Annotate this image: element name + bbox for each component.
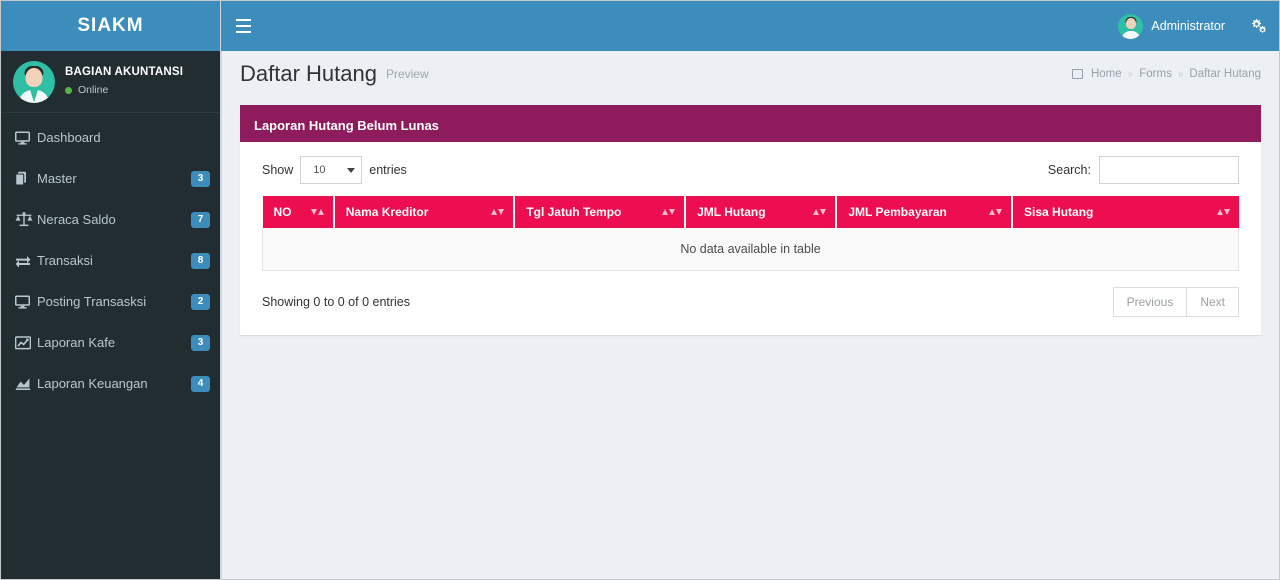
- breadcrumb-item-current: Daftar Hutang: [1189, 68, 1261, 80]
- sidebar-item-badge: 7: [191, 212, 210, 228]
- hutang-table: NO Nama Kreditor: [262, 196, 1239, 271]
- table-header-row: NO Nama Kreditor: [263, 196, 1239, 228]
- sidebar-item-label: Transaksi: [37, 253, 191, 268]
- sidebar-user-panel[interactable]: BAGIAN AKUNTANSI Online: [1, 51, 220, 113]
- sidebar-item-transaksi[interactable]: Transaksi 8: [1, 240, 220, 281]
- search-input[interactable]: [1099, 156, 1239, 184]
- datatable-filter: Search:: [1048, 156, 1239, 184]
- entries-per-page-value: 10: [313, 164, 325, 176]
- column-label: JML Pembayaran: [848, 205, 947, 219]
- search-label: Search:: [1048, 163, 1091, 177]
- sidebar-item-label: Laporan Keuangan: [37, 376, 191, 391]
- sort-icon: [1217, 209, 1230, 215]
- sidebar-item-badge: 8: [191, 253, 210, 269]
- online-status-icon: [65, 87, 72, 94]
- show-label: Show: [262, 163, 293, 177]
- pagination-next-button[interactable]: Next: [1187, 287, 1239, 317]
- sidebar-item-dashboard[interactable]: Dashboard: [1, 117, 220, 158]
- sidebar-item-label: Neraca Saldo: [37, 212, 191, 227]
- home-icon: [1072, 69, 1083, 79]
- page-subtitle: Preview: [386, 67, 429, 81]
- sort-icon: [491, 209, 504, 215]
- column-header-sisa-hutang[interactable]: Sisa Hutang: [1012, 196, 1238, 228]
- column-label: JML Hutang: [697, 205, 765, 219]
- empty-message: No data available in table: [263, 228, 1239, 271]
- column-header-jml-hutang[interactable]: JML Hutang: [685, 196, 836, 228]
- sidebar-user-status-label: Online: [78, 84, 108, 98]
- topbar-right: Administrator: [1106, 1, 1279, 51]
- report-panel: Laporan Hutang Belum Lunas Show 10 entri…: [240, 105, 1261, 335]
- page-title: Daftar Hutang: [240, 61, 377, 87]
- topbar-user-menu[interactable]: Administrator: [1106, 1, 1237, 51]
- sidebar-user-name: BAGIAN AKUNTANSI: [65, 65, 183, 80]
- entries-label: entries: [369, 163, 407, 177]
- sidebar-item-laporan-keuangan[interactable]: Laporan Keuangan 4: [1, 363, 220, 404]
- balance-scale-icon: [15, 212, 37, 228]
- breadcrumb-separator: »: [1128, 69, 1134, 80]
- user-avatar-icon: [1118, 14, 1143, 39]
- column-label: NO: [274, 205, 292, 219]
- sort-icon: [989, 209, 1002, 215]
- panel-body: Show 10 entries Search:: [240, 142, 1261, 335]
- pagination-previous-button[interactable]: Previous: [1113, 287, 1188, 317]
- files-icon: [15, 171, 37, 187]
- content-area: Daftar Hutang Preview Home » Forms » Daf…: [221, 51, 1279, 579]
- table-empty-row: No data available in table: [263, 228, 1239, 271]
- user-avatar-icon: [13, 61, 55, 103]
- datatable-controls: Show 10 entries Search:: [262, 156, 1239, 184]
- sidebar-item-laporan-kafe[interactable]: Laporan Kafe 3: [1, 322, 220, 363]
- table-header: NO Nama Kreditor: [263, 196, 1239, 228]
- topbar: Administrator: [221, 1, 1279, 51]
- sort-icon: [662, 209, 675, 215]
- panel-header: Laporan Hutang Belum Lunas: [240, 108, 1261, 142]
- breadcrumb-item-home[interactable]: Home: [1091, 68, 1122, 80]
- column-header-no[interactable]: NO: [263, 196, 334, 228]
- column-label: Sisa Hutang: [1024, 205, 1093, 219]
- sidebar-item-badge: 3: [191, 335, 210, 351]
- sidebar-user-status: Online: [65, 84, 183, 98]
- column-header-nama-kreditor[interactable]: Nama Kreditor: [334, 196, 515, 228]
- bar-chart-icon: [15, 376, 37, 392]
- sidebar-item-label: Posting Transasksi: [37, 294, 191, 309]
- datatable-info: Showing 0 to 0 of 0 entries: [262, 295, 410, 309]
- desktop-icon: [15, 130, 37, 146]
- column-header-tgl-jatuh-tempo[interactable]: Tgl Jatuh Tempo: [514, 196, 685, 228]
- sidebar-item-badge: 2: [191, 294, 210, 310]
- topbar-user-name: Administrator: [1151, 19, 1225, 33]
- app-root: SIAKM BAGIAN AKUNTANSI Online Dashboard: [0, 0, 1280, 580]
- sidebar-item-badge: 4: [191, 376, 210, 392]
- app-logo[interactable]: SIAKM: [1, 1, 220, 51]
- datatable-length-control: Show 10 entries: [262, 156, 407, 184]
- column-header-jml-pembayaran[interactable]: JML Pembayaran: [836, 196, 1012, 228]
- chevron-down-icon: [347, 168, 355, 173]
- app-logo-text: SIAKM: [77, 15, 143, 37]
- breadcrumb-item-forms[interactable]: Forms: [1139, 68, 1172, 80]
- table-body: No data available in table: [263, 228, 1239, 271]
- sidebar-item-master[interactable]: Master 3: [1, 158, 220, 199]
- sort-icon: [813, 209, 826, 215]
- column-label: Nama Kreditor: [346, 205, 429, 219]
- hamburger-icon[interactable]: [221, 1, 265, 51]
- column-label: Tgl Jatuh Tempo: [526, 205, 621, 219]
- content-header: Daftar Hutang Preview Home » Forms » Daf…: [222, 51, 1279, 97]
- sidebar-item-neraca-saldo[interactable]: Neraca Saldo 7: [1, 199, 220, 240]
- sidebar: SIAKM BAGIAN AKUNTANSI Online Dashboard: [1, 1, 221, 579]
- sidebar-item-label: Dashboard: [37, 130, 210, 145]
- gears-icon[interactable]: [1237, 1, 1279, 51]
- panel-title: Laporan Hutang Belum Lunas: [254, 118, 439, 133]
- sidebar-item-label: Master: [37, 171, 191, 186]
- sort-icon: [311, 209, 324, 215]
- exchange-icon: [15, 253, 37, 269]
- datatable-footer: Showing 0 to 0 of 0 entries Previous Nex…: [262, 287, 1239, 317]
- sidebar-menu: Dashboard Master 3 Neraca Saldo 7: [1, 113, 220, 404]
- sidebar-item-posting-transasksi[interactable]: Posting Transasksi 2: [1, 281, 220, 322]
- sidebar-item-label: Laporan Kafe: [37, 335, 191, 350]
- pagination: Previous Next: [1113, 287, 1239, 317]
- line-chart-icon: [15, 335, 37, 351]
- breadcrumb-separator: »: [1178, 69, 1184, 80]
- sidebar-item-badge: 3: [191, 171, 210, 187]
- breadcrumb: Home » Forms » Daftar Hutang: [1072, 68, 1261, 80]
- desktop-icon: [15, 294, 37, 310]
- entries-per-page-select[interactable]: 10: [300, 156, 362, 184]
